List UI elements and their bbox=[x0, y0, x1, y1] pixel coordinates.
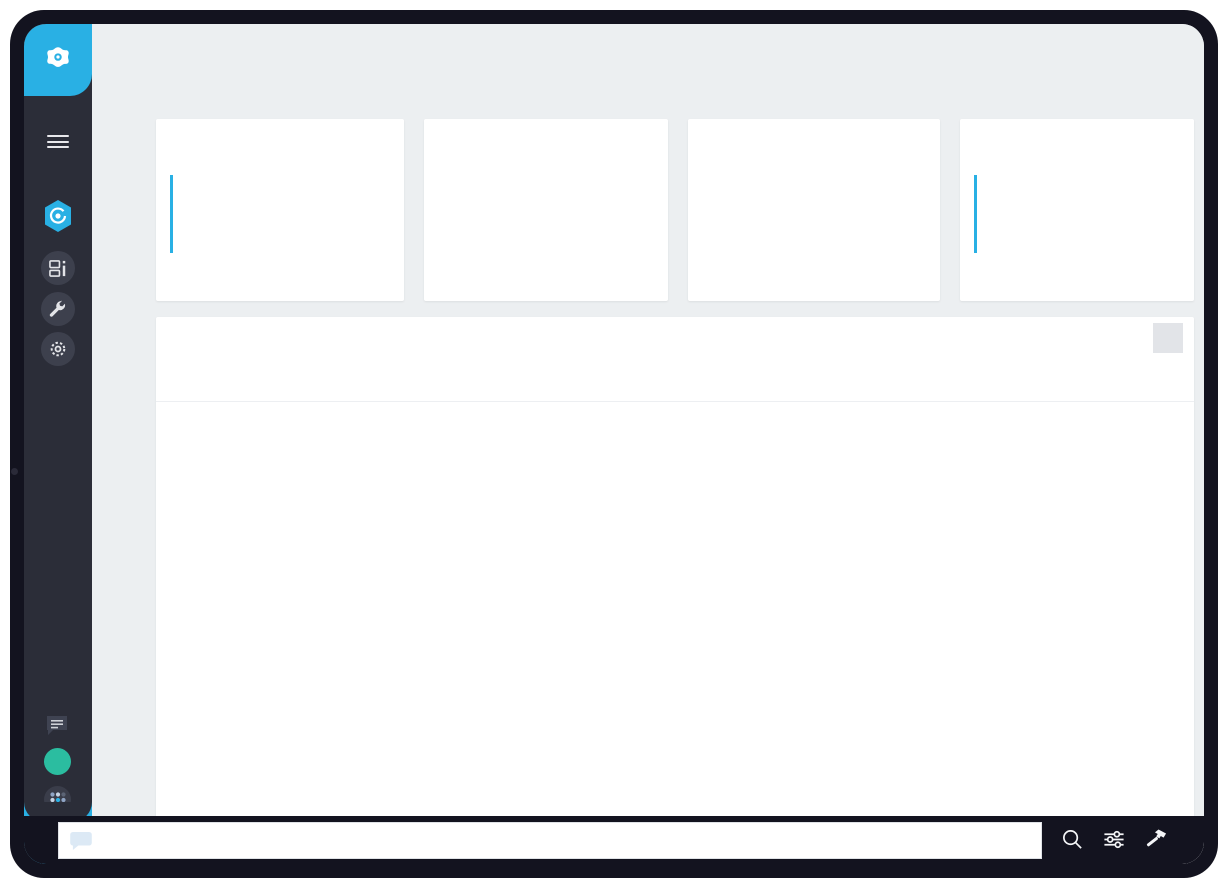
card-heading bbox=[688, 133, 940, 136]
card-by-regulation-type bbox=[424, 119, 668, 301]
sidebar-item-chat[interactable] bbox=[45, 715, 69, 737]
card-eyebrow bbox=[424, 119, 668, 133]
card-eyebrow bbox=[960, 119, 1194, 133]
settings-icon bbox=[48, 339, 68, 359]
readiness-histogram bbox=[702, 171, 930, 319]
sidebar-item-radar[interactable] bbox=[41, 199, 75, 233]
main-content bbox=[92, 24, 1204, 864]
assistant-input[interactable] bbox=[58, 822, 1042, 859]
accent-bar bbox=[974, 175, 977, 253]
frame-camera-dot bbox=[11, 468, 18, 475]
table-column-headers bbox=[156, 369, 1194, 402]
card-heading bbox=[156, 133, 404, 136]
hamburger-menu[interactable] bbox=[47, 135, 69, 148]
hamburger-line bbox=[47, 141, 69, 143]
chat-bubble-icon bbox=[70, 832, 92, 850]
app-logo[interactable] bbox=[24, 24, 92, 96]
filter-sliders-icon[interactable] bbox=[1102, 828, 1126, 851]
bottom-bar bbox=[24, 816, 1204, 864]
card-eyebrow bbox=[688, 119, 940, 133]
hamburger-line bbox=[47, 135, 69, 137]
dashboard-icon bbox=[49, 259, 68, 278]
card-heading bbox=[960, 133, 1194, 136]
assessments-table bbox=[156, 317, 1194, 829]
accent-bar bbox=[170, 175, 173, 253]
sidebar-item-tools[interactable] bbox=[41, 292, 75, 326]
hamburger-line bbox=[47, 146, 69, 148]
securiti-logo-icon bbox=[45, 46, 71, 72]
add-assessment-button[interactable] bbox=[1153, 323, 1183, 353]
sidebar-item-dashboard[interactable] bbox=[41, 251, 75, 285]
device-frame bbox=[10, 10, 1218, 878]
card-total-assessments bbox=[156, 119, 404, 301]
radar-icon bbox=[42, 199, 74, 233]
user-avatar-db[interactable] bbox=[44, 748, 71, 775]
hammer-icon[interactable] bbox=[1144, 828, 1168, 851]
search-icon[interactable] bbox=[1061, 828, 1084, 851]
wrench-icon bbox=[48, 299, 68, 319]
card-outstanding-requests bbox=[960, 119, 1194, 301]
card-distribution-by-readiness bbox=[688, 119, 940, 301]
sidebar bbox=[24, 24, 92, 864]
sidebar-item-settings[interactable] bbox=[41, 332, 75, 366]
card-heading bbox=[424, 133, 668, 136]
screen bbox=[24, 24, 1204, 864]
card-eyebrow bbox=[156, 119, 404, 133]
